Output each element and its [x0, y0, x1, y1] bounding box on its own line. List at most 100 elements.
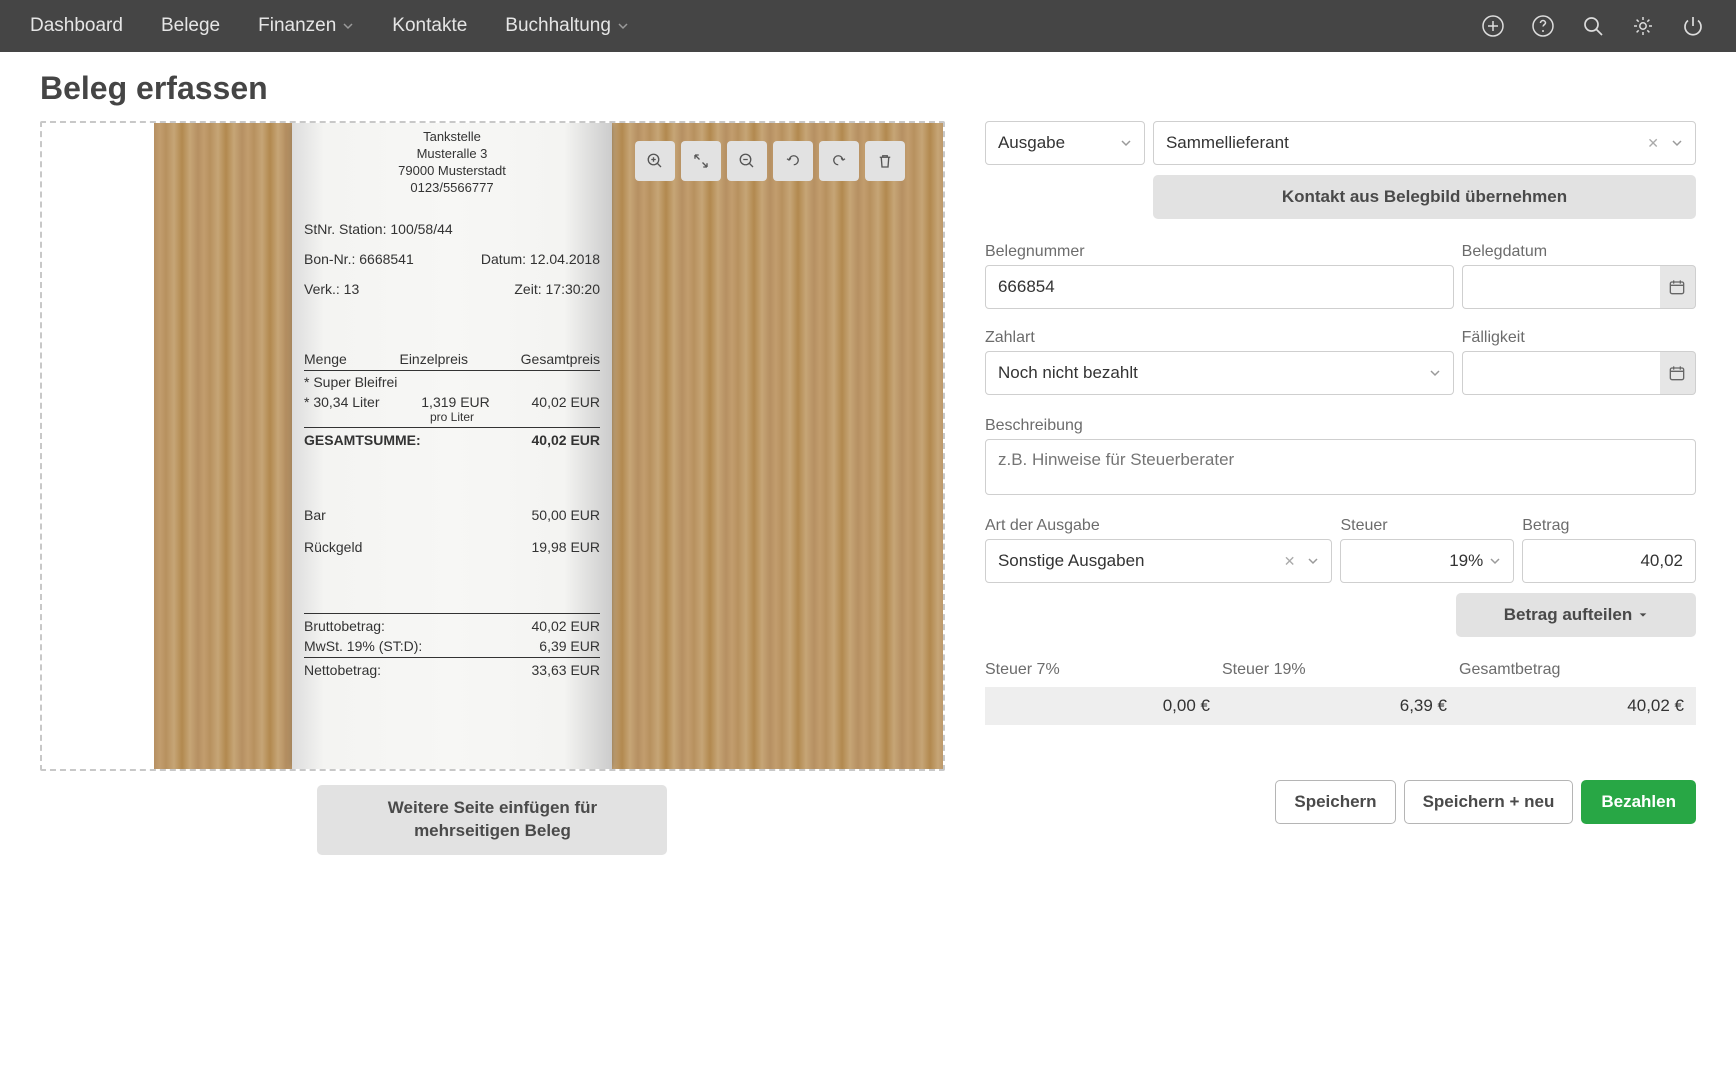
type-select-value: Ausgabe	[998, 133, 1065, 153]
chevron-down-icon	[617, 20, 629, 32]
nav-belege-label: Belege	[161, 15, 220, 37]
take-contact-button[interactable]: Kontakt aus Belegbild übernehmen	[1153, 175, 1696, 219]
receipt-netto-lbl: Nettobetrag:	[304, 662, 381, 678]
amount-input[interactable]: 40,02	[1522, 539, 1696, 583]
clear-contact-icon[interactable]: ✕	[1647, 135, 1659, 152]
zoom-out-icon[interactable]	[727, 141, 767, 181]
main-layout: Tankstelle Musteralle 3 79000 Musterstad…	[0, 121, 1736, 885]
chevron-down-icon	[342, 20, 354, 32]
receipt-bar-lbl: Bar	[304, 507, 326, 523]
grand-value: 40,02 €	[1459, 687, 1696, 725]
due-picker-button[interactable]	[1660, 351, 1697, 395]
receipt-line2a: * 30,34 Liter	[304, 394, 380, 410]
nav-kontakte[interactable]: Kontakte	[392, 15, 467, 37]
tax19-value: 6,39 €	[1222, 687, 1459, 725]
chevron-down-icon	[1489, 555, 1501, 567]
nav-dashboard[interactable]: Dashboard	[30, 15, 123, 37]
totals-row: Steuer 7% 0,00 € Steuer 19% 6,39 € Gesam…	[985, 661, 1696, 725]
date-picker-button[interactable]	[1660, 265, 1697, 309]
receipt-merchant-name: Tankstelle	[304, 129, 600, 146]
amount-input-value: 40,02	[1640, 551, 1683, 571]
cat-combo[interactable]: Sonstige Ausgaben ✕	[985, 539, 1333, 583]
date-input[interactable]	[1462, 265, 1660, 309]
cat-label: Art der Ausgabe	[985, 517, 1333, 535]
tax-select-value: 19%	[1353, 551, 1483, 571]
receipt-bar-val: 50,00 EUR	[532, 507, 600, 523]
nav-buchhaltung-label: Buchhaltung	[505, 15, 611, 37]
receipt-brutto-val: 40,02 EUR	[532, 618, 600, 634]
type-select[interactable]: Ausgabe	[985, 121, 1145, 165]
nr-label: Belegnummer	[985, 243, 1454, 261]
receipt-mwst-lbl: MwSt. 19% (ST:D):	[304, 638, 422, 654]
tax19-label: Steuer 19%	[1222, 661, 1459, 679]
nr-input[interactable]: 666854	[985, 265, 1454, 309]
caret-down-icon	[1638, 610, 1648, 620]
search-icon[interactable]	[1580, 13, 1606, 39]
nav-finanzen-label: Finanzen	[258, 15, 336, 37]
nav-kontakte-label: Kontakte	[392, 15, 467, 37]
date-label: Belegdatum	[1462, 243, 1696, 261]
paymethod-select-value: Noch nicht bezahlt	[998, 363, 1138, 383]
tax-label: Steuer	[1340, 517, 1514, 535]
page-title: Beleg erfassen	[40, 70, 1736, 107]
action-buttons: Speichern Speichern + neu Bezahlen	[985, 780, 1696, 824]
nav-right-group	[1480, 13, 1706, 39]
add-page-button[interactable]: Weitere Seite einfügen für mehrseitigen …	[317, 785, 667, 855]
receipt-date: Datum: 12.04.2018	[481, 251, 600, 267]
contact-combo-value: Sammellieferant	[1166, 133, 1289, 153]
receipt-netto-val: 33,63 EUR	[532, 662, 600, 678]
tax-select[interactable]: 19%	[1340, 539, 1514, 583]
rotate-left-icon[interactable]	[773, 141, 813, 181]
delete-icon[interactable]	[865, 141, 905, 181]
fullscreen-icon[interactable]	[681, 141, 721, 181]
receipt-pane: Tankstelle Musteralle 3 79000 Musterstad…	[40, 121, 945, 855]
receipt-paper: Tankstelle Musteralle 3 79000 Musterstad…	[292, 123, 612, 769]
receipt-hdr-menge: Menge	[304, 351, 347, 367]
receipt-dropzone[interactable]: Tankstelle Musteralle 3 79000 Musterstad…	[40, 121, 945, 771]
grand-label: Gesamtbetrag	[1459, 661, 1696, 679]
receipt-line2b: 1,319 EUR	[421, 394, 489, 410]
paymethod-label: Zahlart	[985, 329, 1454, 347]
top-nav: Dashboard Belege Finanzen Kontakte Buchh…	[0, 0, 1736, 52]
due-input[interactable]	[1462, 351, 1660, 395]
receipt-total-lbl: GESAMTSUMME:	[304, 432, 421, 448]
save-button[interactable]: Speichern	[1275, 780, 1395, 824]
receipt-mwst-val: 6,39 EUR	[539, 638, 600, 654]
nav-buchhaltung[interactable]: Buchhaltung	[505, 15, 629, 37]
desc-textarea[interactable]	[985, 439, 1696, 495]
amount-label: Betrag	[1522, 517, 1696, 535]
nav-belege[interactable]: Belege	[161, 15, 220, 37]
receipt-merchant-addr2: 79000 Musterstadt	[304, 163, 600, 180]
split-amount-button[interactable]: Betrag aufteilen	[1456, 593, 1696, 637]
receipt-merchant-phone: 0123/5566777	[304, 180, 600, 197]
nav-dashboard-label: Dashboard	[30, 15, 123, 37]
power-icon[interactable]	[1680, 13, 1706, 39]
tax7-value: 0,00 €	[985, 687, 1222, 725]
receipt-total-val: 40,02 EUR	[532, 432, 600, 448]
receipt-verk: Verk.: 13	[304, 281, 359, 297]
contact-combo[interactable]: Sammellieferant ✕	[1153, 121, 1696, 165]
add-icon[interactable]	[1480, 13, 1506, 39]
tax7-label: Steuer 7%	[985, 661, 1222, 679]
form-pane: Ausgabe Sammellieferant ✕ Kontakt aus Be…	[985, 121, 1696, 855]
receipt-brutto-lbl: Bruttobetrag:	[304, 618, 385, 634]
receipt-hdr-einzel: Einzelpreis	[399, 351, 467, 367]
save-and-new-button[interactable]: Speichern + neu	[1404, 780, 1574, 824]
receipt-zeit: Zeit: 17:30:20	[514, 281, 600, 297]
receipt-tax-station: StNr. Station: 100/58/44	[304, 221, 600, 237]
help-icon[interactable]	[1530, 13, 1556, 39]
nav-finanzen[interactable]: Finanzen	[258, 15, 354, 37]
chevron-down-icon	[1120, 137, 1132, 149]
clear-cat-icon[interactable]: ✕	[1284, 553, 1296, 570]
receipt-line2d: pro Liter	[304, 410, 600, 424]
zoom-in-icon[interactable]	[635, 141, 675, 181]
paymethod-select[interactable]: Noch nicht bezahlt	[985, 351, 1454, 395]
cat-combo-value: Sonstige Ausgaben	[998, 551, 1145, 571]
split-amount-label: Betrag aufteilen	[1504, 605, 1632, 625]
due-label: Fälligkeit	[1462, 329, 1696, 347]
gear-icon[interactable]	[1630, 13, 1656, 39]
nav-left-group: Dashboard Belege Finanzen Kontakte Buchh…	[30, 15, 629, 37]
chevron-down-icon	[1429, 367, 1441, 379]
rotate-right-icon[interactable]	[819, 141, 859, 181]
pay-button[interactable]: Bezahlen	[1581, 780, 1696, 824]
